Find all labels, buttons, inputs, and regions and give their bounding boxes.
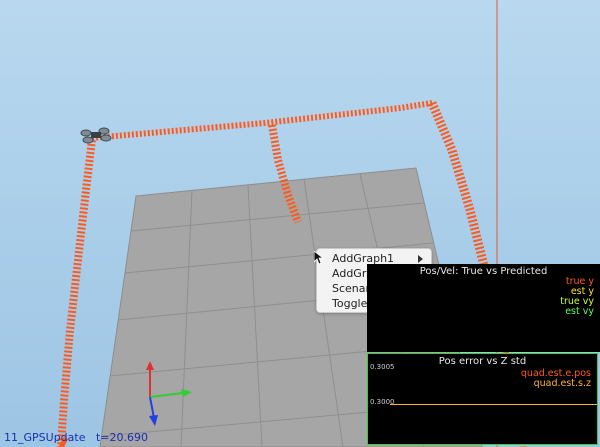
std-line (390, 404, 597, 405)
simulator-viewport[interactable]: AddGraph1 AddGraph2 Scenario Toggle Pos/… (0, 0, 600, 447)
graph-title: Pos error vs Z std (438, 356, 527, 367)
scenario-name: 11_GPSUpdate (4, 431, 86, 444)
submenu-arrow-icon (418, 255, 423, 263)
status-bar: 11_GPSUpdate t=20.690 (4, 431, 148, 444)
graph-pos-vel[interactable]: Pos/Vel: True vs Predicted true y est y … (367, 264, 600, 352)
legend-entry: est vy (565, 306, 594, 317)
sim-time: t=20.690 (95, 431, 149, 444)
graph-legend: quad.est.e.pos quad.est.s.z (521, 369, 591, 389)
legend-entry: quad.est.s.z (533, 378, 591, 389)
y-tick-label: 0.3005 (370, 363, 395, 371)
mouse-cursor-icon (314, 251, 324, 265)
quadcopter (80, 127, 112, 144)
menu-item-label: Toggle (332, 297, 368, 310)
graph-legend: true y est y true vy est vy (560, 277, 594, 317)
graph-pos-error[interactable]: Pos error vs Z std quad.est.e.pos quad.e… (367, 353, 598, 445)
